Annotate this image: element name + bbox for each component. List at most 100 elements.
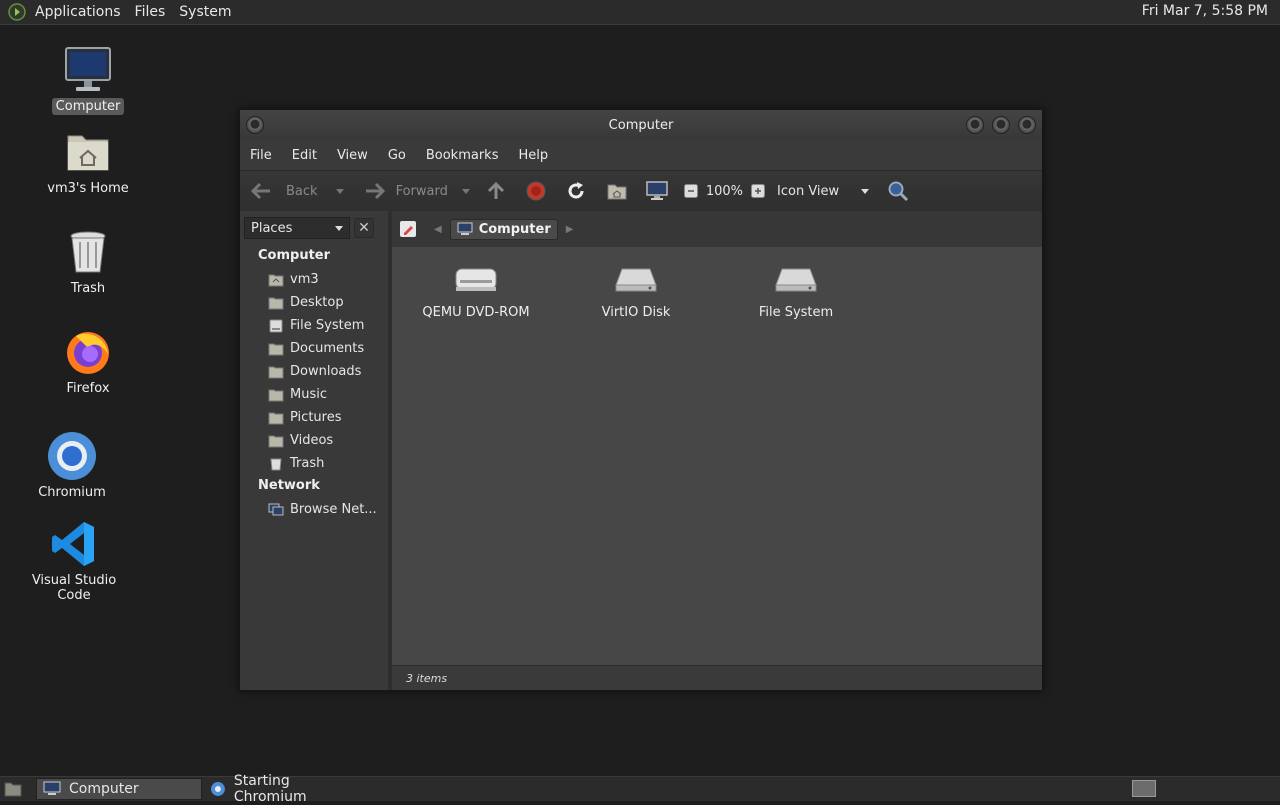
sidebar-item-label: Music (290, 387, 327, 402)
window-menu-button[interactable] (246, 116, 264, 134)
workspace-switcher[interactable] (1132, 780, 1156, 797)
file-item-label: File System (758, 305, 834, 320)
reload-icon (568, 182, 584, 199)
show-desktop-icon (4, 782, 22, 797)
sidebar-item-videos[interactable]: Videos (240, 429, 388, 452)
sidebar-item-downloads[interactable]: Downloads (240, 360, 388, 383)
window-title: Computer (608, 117, 674, 133)
folder-icon (268, 388, 284, 402)
task-label: Starting Chromium (233, 773, 307, 805)
view-mode-label: Icon View (777, 183, 840, 199)
computer-button[interactable] (646, 181, 668, 201)
sidebar-item-music[interactable]: Music (240, 383, 388, 406)
monitor-icon (62, 44, 114, 96)
chevron-down-icon (335, 225, 343, 231)
places-selector-label: Places (251, 220, 293, 236)
optical-drive-icon (406, 263, 546, 299)
places-selector[interactable]: Places (244, 217, 350, 239)
sidebar-section-network: Network (258, 478, 320, 493)
sidebar-item-browse-network[interactable]: Browse Net... (240, 498, 388, 521)
monitor-icon (43, 781, 61, 795)
task-starting-chromium[interactable]: Starting Chromium (204, 773, 372, 805)
sidebar: Places ✕ Computer vm3 Desktop File Syste… (240, 211, 392, 690)
menu-bookmarks[interactable]: Bookmarks (416, 148, 509, 163)
back-history-dropdown[interactable] (335, 188, 344, 194)
task-computer[interactable]: Computer (36, 778, 202, 800)
desktop-icon-firefox[interactable]: Firefox (28, 326, 148, 397)
stop-button[interactable] (526, 181, 546, 201)
close-sidebar-button[interactable]: ✕ (354, 218, 374, 238)
file-item-file-system[interactable]: File System (726, 263, 866, 320)
menu-file[interactable]: File (240, 148, 282, 163)
file-item-qemu-dvd-rom[interactable]: QEMU DVD-ROM (406, 263, 546, 320)
menu-help[interactable]: Help (508, 148, 558, 163)
window-titlebar[interactable]: Computer (240, 110, 1042, 140)
file-manager-window: Computer File Edit View Go Bookmarks Hel… (239, 109, 1043, 691)
sidebar-item-desktop[interactable]: Desktop (240, 291, 388, 314)
pencil-icon (404, 226, 413, 235)
applications-menu[interactable]: Applications (28, 4, 128, 20)
up-button[interactable] (486, 181, 506, 201)
zoom-level[interactable]: 100% (706, 184, 743, 199)
menu-edit[interactable]: Edit (282, 148, 327, 163)
network-icon (268, 503, 284, 517)
bottom-panel: Computer Starting Chromium (0, 773, 1280, 805)
forward-button[interactable]: Forward (364, 182, 448, 200)
desktop-icon-label: Computer (51, 98, 125, 115)
menubar: File Edit View Go Bookmarks Help (240, 140, 1042, 170)
desktop-icon-home[interactable]: vm3's Home (28, 126, 148, 197)
main-pane: ◀ Computer ▶ QEMU DVD-ROM VirtIO Disk Fi… (392, 211, 1042, 690)
close-button[interactable] (1018, 116, 1036, 134)
menu-go[interactable]: Go (378, 148, 416, 163)
show-desktop-button[interactable] (4, 781, 22, 797)
breadcrumb-label: Computer (478, 221, 551, 237)
clock[interactable]: Fri Mar 7, 5:58 PM (1142, 3, 1268, 19)
hard-drive-icon (566, 263, 706, 299)
hard-drive-icon (726, 263, 866, 299)
crumb-left-arrow[interactable]: ◀ (434, 224, 442, 235)
zoom-out-button[interactable] (683, 184, 698, 198)
location-edit-button[interactable] (400, 221, 416, 237)
sidebar-item-pictures[interactable]: Pictures (240, 406, 388, 429)
folder-icon (268, 342, 284, 356)
sidebar-item-vm3[interactable]: vm3 (240, 268, 388, 291)
zoom-out-icon (683, 184, 698, 198)
chromium-icon (210, 782, 225, 796)
sidebar-section-computer: Computer (258, 248, 331, 263)
sidebar-item-label: Browse Net... (290, 502, 377, 517)
back-button[interactable]: Back (250, 182, 318, 200)
maximize-button[interactable] (992, 116, 1010, 134)
sidebar-item-trash[interactable]: Trash (240, 452, 388, 475)
file-item-label: VirtIO Disk (601, 305, 671, 320)
sidebar-item-file-system[interactable]: File System (240, 314, 388, 337)
breadcrumb-computer[interactable]: Computer (449, 218, 558, 240)
desktop-icon-computer[interactable]: Computer (28, 44, 148, 115)
crumb-right-arrow[interactable]: ▶ (566, 224, 574, 235)
icon-view[interactable]: QEMU DVD-ROM VirtIO Disk File System (392, 247, 1042, 665)
zoom-in-button[interactable] (751, 184, 766, 198)
file-item-virtio-disk[interactable]: VirtIO Disk (566, 263, 706, 320)
forward-history-dropdown[interactable] (461, 188, 470, 194)
vscode-icon (48, 518, 100, 570)
desktop-icon-label: vm3's Home (47, 181, 129, 196)
drive-icon (268, 319, 284, 333)
search-button[interactable] (887, 180, 909, 202)
desktop-icon-vscode[interactable]: Visual Studio Code (14, 518, 134, 604)
places-header: Places ✕ (240, 211, 388, 245)
file-item-label: QEMU DVD-ROM (422, 305, 530, 320)
toolbar: Back Forward 100% Icon View (240, 170, 1042, 212)
home-button[interactable] (606, 182, 628, 200)
desktop-icon-trash[interactable]: Trash (28, 226, 148, 297)
minimize-button[interactable] (966, 116, 984, 134)
applications-logo-icon (8, 3, 26, 21)
reload-button[interactable] (566, 181, 586, 201)
system-menu[interactable]: System (172, 4, 238, 20)
desktop-icon-chromium[interactable]: Chromium (12, 430, 132, 501)
view-mode-select[interactable]: Icon View (777, 183, 870, 199)
menu-view[interactable]: View (327, 148, 378, 163)
sidebar-item-label: vm3 (290, 272, 319, 287)
files-menu[interactable]: Files (128, 4, 173, 20)
sidebar-item-documents[interactable]: Documents (240, 337, 388, 360)
sidebar-item-label: Downloads (290, 364, 362, 379)
folder-icon (268, 296, 284, 310)
